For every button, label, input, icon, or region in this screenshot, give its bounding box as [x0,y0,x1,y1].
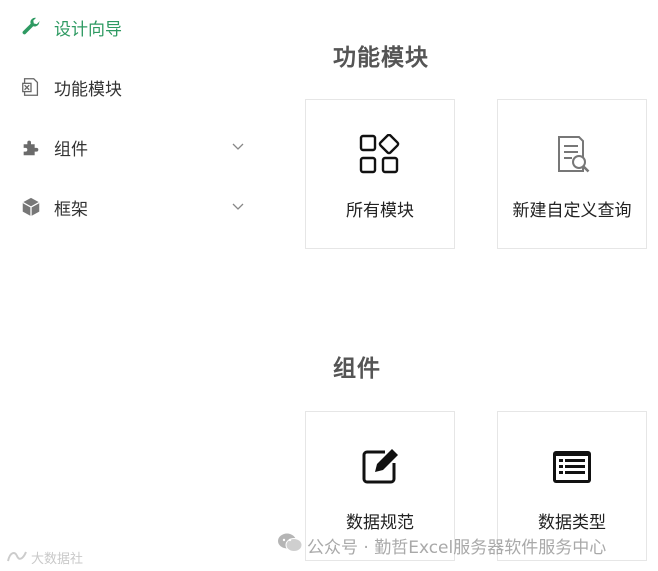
cube-icon [19,195,43,219]
chevron-down-icon[interactable] [231,140,245,154]
watermark-right: 公众号 · 勤哲Excel服务器软件服务中心 [277,532,606,559]
card-all-modules[interactable]: 所有模块 [305,99,455,249]
section-title-components: 组件 [333,356,381,382]
watermark-logo-icon [6,549,28,567]
sidebar-item-label: 框架 [54,199,88,220]
document-search-icon [550,133,594,177]
list-table-icon [550,445,594,489]
wechat-icon [277,532,303,559]
sidebar-item-design-wizard[interactable]: 设计向导 [0,0,260,57]
chevron-down-icon[interactable] [231,200,245,214]
sidebar: 设计向导 功能模块 组件 框架 [0,0,265,571]
sidebar-item-label: 功能模块 [54,79,122,100]
edit-pencil-icon [358,445,402,489]
sidebar-item-label: 设计向导 [54,19,122,40]
modules-grid-icon [358,133,402,177]
card-label: 数据规范 [346,513,414,533]
watermark-left-text: 大数据社 [31,552,84,567]
sidebar-item-label: 组件 [54,139,88,160]
sidebar-item-components[interactable]: 组件 [0,117,260,177]
puzzle-icon [19,135,43,159]
sidebar-item-framework[interactable]: 框架 [0,177,260,237]
card-label: 新建自定义查询 [512,201,632,221]
wrench-icon [19,15,43,39]
card-new-custom-query[interactable]: 新建自定义查询 [497,99,647,249]
section-title-function-modules: 功能模块 [333,45,429,71]
watermark-left: 大数据社 [6,548,83,567]
card-label: 数据类型 [538,513,606,533]
card-label: 所有模块 [346,201,414,221]
watermark-right-text: 公众号 · 勤哲Excel服务器软件服务中心 [307,538,607,558]
sidebar-item-function-modules[interactable]: 功能模块 [0,57,260,117]
excel-file-icon [19,75,43,99]
